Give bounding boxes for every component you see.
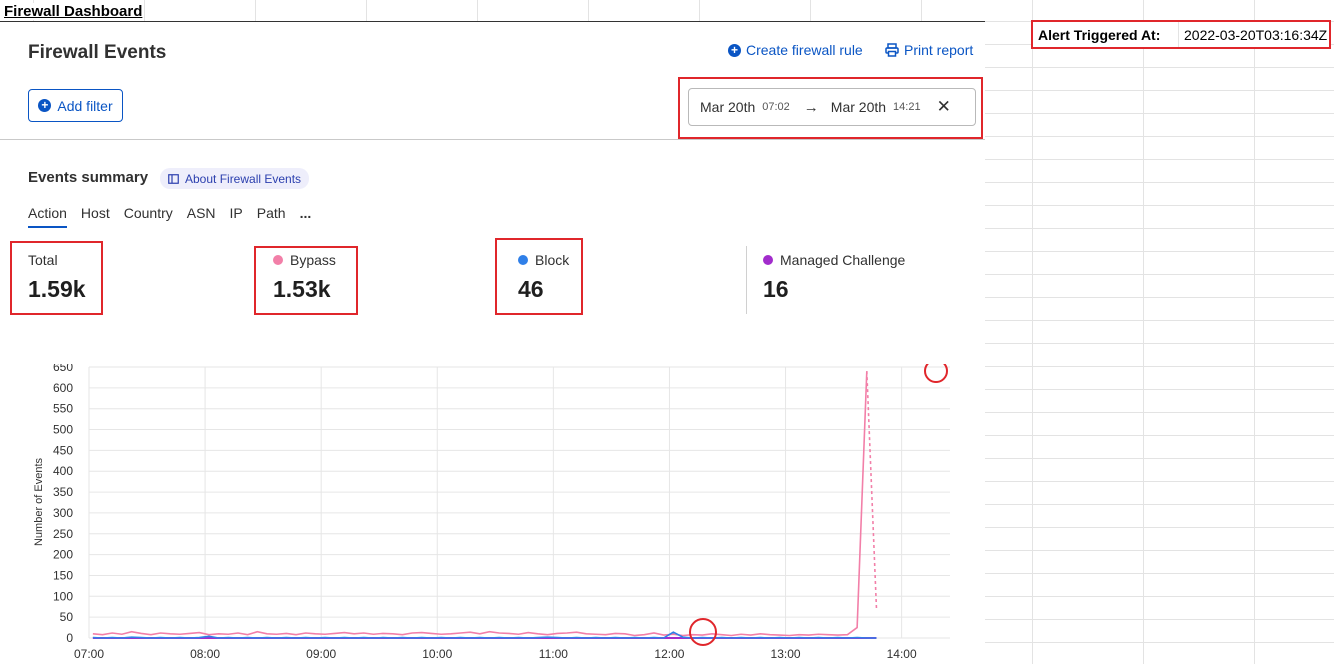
more-tabs-button[interactable]: ... bbox=[300, 205, 312, 228]
y-tick-label: 200 bbox=[53, 548, 73, 562]
chart-series bbox=[92, 371, 878, 639]
y-tick-label: 400 bbox=[53, 464, 73, 478]
chart-grid bbox=[88, 366, 950, 639]
y-tick-label: 650 bbox=[53, 364, 73, 374]
time-from: 07:02 bbox=[762, 101, 790, 113]
add-filter-button[interactable]: + Add filter bbox=[28, 89, 123, 122]
y-axis-label: Number of Events bbox=[33, 457, 45, 546]
y-axis-ticks: 0 50 100 150 200 250 300 350 400 450 500 550 600 650 bbox=[53, 364, 73, 645]
x-tick-label: 10:00 bbox=[422, 647, 452, 661]
page-title: Firewall Events bbox=[28, 42, 167, 63]
arrow-right-icon: → bbox=[803, 98, 819, 116]
y-tick-label: 500 bbox=[53, 423, 73, 437]
close-icon[interactable]: ✕ bbox=[937, 97, 951, 117]
date-to: Mar 20th bbox=[830, 99, 887, 115]
stat-managed-challenge-label: Managed Challenge bbox=[780, 252, 906, 268]
series-line-bypass-projection bbox=[866, 371, 878, 609]
x-tick-label: 07:00 bbox=[74, 647, 104, 661]
y-tick-label: 0 bbox=[66, 631, 73, 645]
tab-country[interactable]: Country bbox=[124, 205, 173, 228]
summary-tabs: Action Host Country ASN IP Path ... bbox=[28, 205, 325, 228]
alert-label: Alert Triggered At: bbox=[1038, 26, 1161, 43]
header-divider bbox=[0, 139, 985, 140]
time-to: 14:21 bbox=[893, 101, 921, 113]
date-from: Mar 20th bbox=[700, 99, 756, 115]
sheet-title[interactable]: Firewall Dashboard bbox=[4, 3, 145, 20]
x-tick-label: 11:00 bbox=[539, 647, 568, 661]
tab-asn[interactable]: ASN bbox=[187, 205, 216, 228]
tab-ip[interactable]: IP bbox=[230, 205, 243, 228]
printer-icon bbox=[885, 43, 899, 57]
x-axis-ticks: 07:00 08:00 09:00 10:00 11:00 12:00 13:00 14:00 bbox=[74, 647, 917, 661]
bypass-highlight bbox=[254, 246, 358, 315]
total-highlight bbox=[10, 241, 103, 315]
print-report-label: Print report bbox=[904, 42, 974, 58]
y-tick-label: 300 bbox=[53, 506, 73, 520]
block-highlight bbox=[495, 238, 583, 315]
date-range-picker[interactable]: Mar 20th 07:02 → Mar 20th 14:21 ✕ bbox=[688, 88, 976, 126]
stat-separator bbox=[746, 246, 747, 314]
y-tick-label: 150 bbox=[53, 568, 73, 582]
x-tick-label: 09:00 bbox=[306, 647, 336, 661]
x-tick-label: 14:00 bbox=[887, 647, 917, 661]
events-summary-title: Events summary bbox=[28, 169, 149, 186]
plus-circle-icon: + bbox=[728, 43, 741, 57]
tab-path[interactable]: Path bbox=[257, 205, 286, 228]
add-filter-label: Add filter bbox=[57, 97, 113, 114]
y-tick-label: 250 bbox=[53, 527, 73, 541]
x-tick-label: 12:00 bbox=[654, 647, 684, 661]
plus-circle-icon: + bbox=[38, 99, 52, 112]
create-firewall-rule-link[interactable]: + Create firewall rule bbox=[728, 42, 863, 58]
book-icon bbox=[168, 173, 179, 184]
y-tick-label: 600 bbox=[53, 381, 73, 395]
events-line-chart: 050100150200250300350400450500550600650 … bbox=[33, 364, 950, 661]
y-tick-label: 450 bbox=[53, 443, 73, 457]
y-tick-label: 100 bbox=[53, 589, 73, 603]
stat-managed-challenge: Managed Challenge 16 bbox=[763, 252, 905, 303]
y-tick-label: 350 bbox=[53, 485, 73, 499]
managed-challenge-dot-icon bbox=[763, 255, 773, 265]
x-tick-label: 13:00 bbox=[771, 647, 801, 661]
stat-managed-challenge-value: 16 bbox=[763, 276, 789, 302]
about-firewall-events-link[interactable]: About Firewall Events bbox=[160, 168, 310, 189]
y-tick-label: 550 bbox=[53, 402, 73, 416]
create-firewall-rule-label: Create firewall rule bbox=[746, 42, 863, 58]
alert-timestamp: 2022-03-20T03:16:34Z bbox=[1178, 22, 1327, 47]
x-tick-label: 08:00 bbox=[190, 647, 220, 661]
tab-host[interactable]: Host bbox=[81, 205, 110, 228]
y-tick-label: 50 bbox=[60, 610, 74, 624]
block-spike-highlight bbox=[689, 618, 717, 646]
tab-action[interactable]: Action bbox=[28, 205, 67, 228]
about-firewall-events-label: About Firewall Events bbox=[185, 171, 302, 186]
print-report-link[interactable]: Print report bbox=[885, 42, 973, 58]
alert-cell[interactable]: Alert Triggered At: 2022-03-20T03:16:34Z bbox=[1031, 20, 1331, 49]
